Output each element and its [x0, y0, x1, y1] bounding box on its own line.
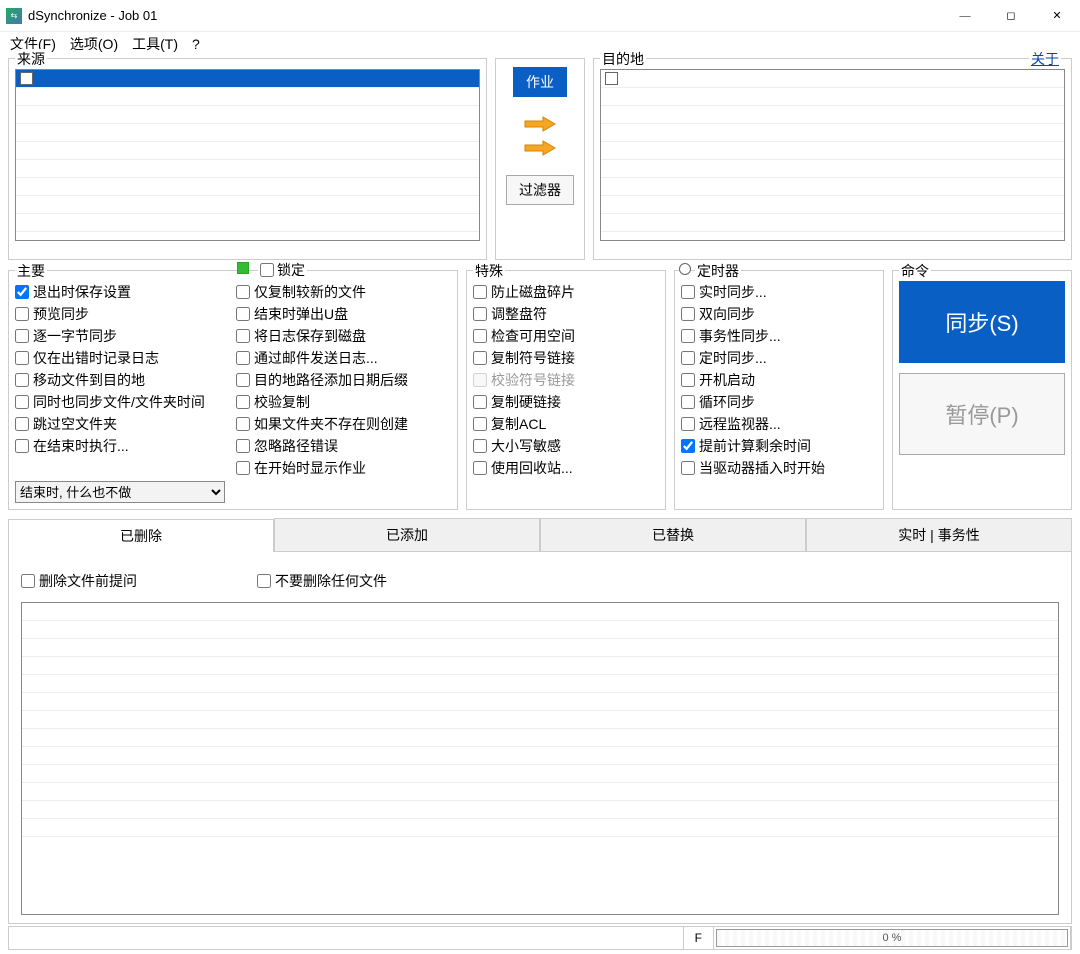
destination-group: 目的地 关于 — [593, 58, 1072, 260]
option-checkbox[interactable]: 忽略路径错误 — [236, 435, 451, 457]
option-checkbox[interactable]: 实时同步... — [681, 281, 877, 303]
list-item[interactable] — [16, 70, 479, 88]
status-bar: F 0 % — [8, 926, 1072, 950]
middle-controls: 作业 过滤器 — [495, 58, 585, 260]
option-checkbox[interactable]: 当驱动器插入时开始 — [681, 457, 877, 479]
menu-tools[interactable]: 工具(T) — [126, 32, 184, 56]
main-group: 主要 锁定 退出时保存设置预览同步逐一字节同步仅在出错时记录日志移动文件到目的地… — [8, 270, 458, 510]
destination-label: 目的地 — [600, 49, 646, 69]
main-label: 主要 — [15, 261, 47, 281]
command-group: 命令 同步(S) 暂停(P) — [892, 270, 1072, 510]
option-checkbox[interactable]: 定时同步... — [681, 347, 877, 369]
app-icon: ⇆ — [6, 8, 22, 24]
source-label: 来源 — [15, 49, 47, 69]
ask-before-delete-checkbox[interactable]: 删除文件前提问 — [21, 570, 137, 592]
option-checkbox[interactable]: 开机启动 — [681, 369, 877, 391]
timer-group: 定时器 实时同步...双向同步事务性同步...定时同步...开机启动循环同步远程… — [674, 270, 884, 510]
option-checkbox[interactable]: 预览同步 — [15, 303, 230, 325]
special-group: 特殊 防止磁盘碎片调整盘符检查可用空间复制符号链接校验符号链接复制硬链接复制AC… — [466, 270, 666, 510]
option-checkbox[interactable]: 同时也同步文件/文件夹时间 — [15, 391, 230, 413]
option-checkbox[interactable]: 如果文件夹不存在则创建 — [236, 413, 451, 435]
option-checkbox[interactable]: 提前计算剩余时间 — [681, 435, 877, 457]
option-checkbox[interactable]: 仅复制较新的文件 — [236, 281, 451, 303]
list-item[interactable] — [601, 70, 1064, 88]
arrow-right-icon — [523, 115, 557, 133]
option-checkbox[interactable]: 检查可用空间 — [473, 325, 659, 347]
option-checkbox[interactable]: 调整盘符 — [473, 303, 659, 325]
maximize-button[interactable]: ◻ — [988, 0, 1034, 32]
option-checkbox[interactable]: 在开始时显示作业 — [236, 457, 451, 479]
option-checkbox[interactable]: 目的地路径添加日期后缀 — [236, 369, 451, 391]
option-checkbox[interactable]: 防止磁盘碎片 — [473, 281, 659, 303]
sync-button[interactable]: 同步(S) — [899, 281, 1065, 363]
option-checkbox[interactable]: 移动文件到目的地 — [15, 369, 230, 391]
item-checkbox[interactable] — [605, 72, 618, 85]
tab-content: 删除文件前提问 不要删除任何文件 — [8, 552, 1072, 924]
option-checkbox[interactable]: 校验符号链接 — [473, 369, 659, 391]
window-title: dSynchronize - Job 01 — [28, 8, 942, 23]
end-action-select[interactable]: 结束时, 什么也不做 — [15, 481, 225, 503]
option-checkbox[interactable]: 大小写敏感 — [473, 435, 659, 457]
pause-button[interactable]: 暂停(P) — [899, 373, 1065, 455]
option-checkbox[interactable]: 退出时保存设置 — [15, 281, 230, 303]
arrow-right-icon — [523, 139, 557, 157]
status-flag: F — [684, 927, 714, 949]
option-checkbox[interactable]: 跳过空文件夹 — [15, 413, 230, 435]
special-label: 特殊 — [473, 261, 505, 281]
option-checkbox[interactable]: 远程监视器... — [681, 413, 877, 435]
timer-label: 定时器 — [695, 261, 741, 281]
item-checkbox[interactable] — [20, 72, 33, 85]
filter-button[interactable]: 过滤器 — [506, 175, 574, 205]
no-delete-checkbox[interactable]: 不要删除任何文件 — [257, 570, 387, 592]
option-checkbox[interactable]: 复制符号链接 — [473, 347, 659, 369]
log-list[interactable] — [21, 602, 1059, 915]
option-checkbox[interactable]: 双向同步 — [681, 303, 877, 325]
option-checkbox[interactable]: 循环同步 — [681, 391, 877, 413]
tab-added[interactable]: 已添加 — [274, 518, 540, 551]
menubar: 文件(F) 选项(O) 工具(T) ? — [0, 32, 1080, 56]
command-label: 命令 — [899, 261, 931, 281]
tab-realtime[interactable]: 实时 | 事务性 — [806, 518, 1072, 551]
option-checkbox[interactable]: 结束时弹出U盘 — [236, 303, 451, 325]
status-indicator-icon — [237, 262, 249, 274]
lock-checkbox[interactable]: 锁定 — [258, 260, 307, 280]
tab-replaced[interactable]: 已替换 — [540, 518, 806, 551]
tab-deleted[interactable]: 已删除 — [8, 519, 274, 552]
job-button[interactable]: 作业 — [513, 67, 567, 97]
option-checkbox[interactable]: 仅在出错时记录日志 — [15, 347, 230, 369]
option-checkbox[interactable]: 事务性同步... — [681, 325, 877, 347]
option-checkbox[interactable]: 通过邮件发送日志... — [236, 347, 451, 369]
source-group: 来源 — [8, 58, 487, 260]
menu-help[interactable]: ? — [186, 34, 206, 54]
option-checkbox[interactable]: 逐一字节同步 — [15, 325, 230, 347]
close-button[interactable]: ✕ — [1034, 0, 1080, 32]
status-progress: 0 % — [714, 927, 1071, 949]
tabs: 已删除 已添加 已替换 实时 | 事务性 — [8, 518, 1072, 552]
timer-radio-icon[interactable] — [679, 263, 691, 275]
option-checkbox[interactable]: 复制硬链接 — [473, 391, 659, 413]
status-text — [9, 927, 684, 949]
destination-list[interactable] — [600, 69, 1065, 241]
menu-options[interactable]: 选项(O) — [64, 32, 124, 56]
option-checkbox[interactable]: 将日志保存到磁盘 — [236, 325, 451, 347]
about-link[interactable]: 关于 — [1029, 49, 1061, 69]
option-checkbox[interactable]: 使用回收站... — [473, 457, 659, 479]
option-checkbox[interactable]: 校验复制 — [236, 391, 451, 413]
minimize-button[interactable]: — — [942, 0, 988, 32]
titlebar: ⇆ dSynchronize - Job 01 — ◻ ✕ — [0, 0, 1080, 32]
option-checkbox[interactable]: 复制ACL — [473, 413, 659, 435]
source-list[interactable] — [15, 69, 480, 241]
option-checkbox[interactable]: 在结束时执行... — [15, 435, 230, 457]
